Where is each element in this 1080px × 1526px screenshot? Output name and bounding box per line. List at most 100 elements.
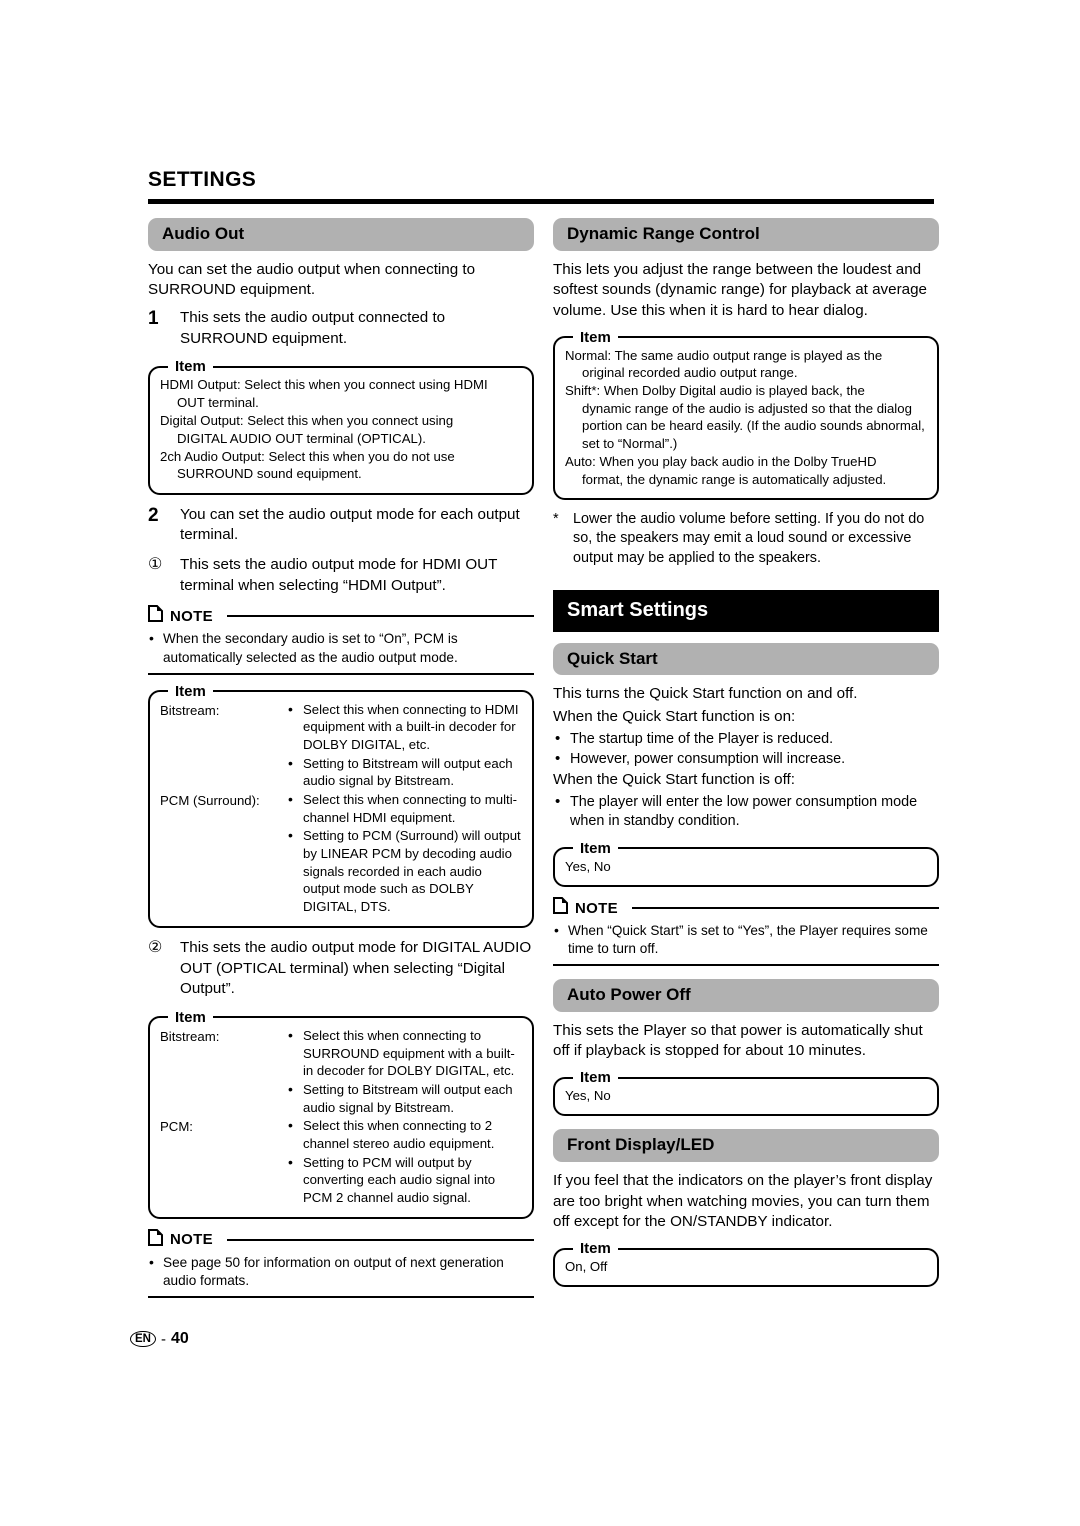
page-footer: EN - 40: [130, 1330, 189, 1348]
item-row: PCM (Surround): Select this when connect…: [160, 790, 522, 917]
dynamic-range-intro: This lets you adjust the range between t…: [553, 260, 927, 319]
quick-start-bullet-on: The startup time of the Player is reduce…: [553, 729, 939, 749]
substep-text: This sets the audio output mode for DIGI…: [180, 938, 532, 998]
item-line: Normal: The same audio output range is p…: [565, 347, 927, 382]
item-bullet: Select this when connecting to multi-cha…: [288, 790, 522, 826]
item-box-audio-out: Item HDMI Output: Select this when you c…: [148, 358, 534, 495]
item-bullet: Setting to Bitstream will output each au…: [288, 754, 522, 790]
note-bottom-rule: [148, 672, 534, 675]
note-page-icon: [553, 897, 568, 919]
note-header: NOTE: [553, 897, 939, 919]
item-line-cont: DIGITAL AUDIO OUT terminal (OPTICAL).: [177, 430, 426, 446]
front-display-intro: If you feel that the indicators on the p…: [553, 1172, 933, 1231]
document-page: SETTINGS Audio Out You can set the audio…: [0, 0, 1080, 1526]
heading-dynamic-range-control: Dynamic Range Control: [553, 218, 939, 251]
item-values: Yes, No: [565, 858, 611, 874]
item-bullet: Setting to Bitstream will output each au…: [288, 1080, 522, 1116]
audio-out-intro: You can set the audio output when connec…: [148, 260, 476, 299]
item-box-legend: Item: [175, 682, 206, 700]
item-box-hdmi-modes: Item Bitstream: Select this when connect…: [148, 682, 534, 928]
quick-start-line-3: When the Quick Start function is off:: [553, 771, 795, 789]
quick-start-line-1: This turns the Quick Start function on a…: [553, 685, 858, 703]
substep-text: This sets the audio output mode for HDMI…: [180, 556, 498, 594]
banner-smart-settings: Smart Settings: [553, 589, 939, 632]
item-bullet: Select this when connecting to HDMI equi…: [288, 700, 522, 754]
item-box-legend: Item: [580, 328, 611, 346]
item-line-cont: OUT terminal.: [177, 394, 259, 410]
item-row-label: PCM:: [160, 1119, 193, 1135]
item-values: On, Off: [565, 1259, 608, 1275]
note-label: NOTE: [575, 899, 618, 917]
item-box-digital-modes: Item Bitstream: Select this when connect…: [148, 1008, 534, 1219]
item-line-cont: dynamic range of the audio is adjusted s…: [582, 400, 925, 451]
title-divider: [148, 199, 934, 204]
note-label: NOTE: [170, 1231, 213, 1249]
note-bullet: See page 50 for information on output of…: [148, 1253, 534, 1290]
item-line-cont: format, the dynamic range is automatical…: [582, 471, 887, 487]
step-text: This sets the audio output connected to …: [180, 308, 446, 347]
item-rows: Bitstream: Select this when connecting t…: [160, 1026, 522, 1208]
left-column: Audio Out You can set the audio output w…: [148, 218, 534, 1306]
item-box-legend: Item: [175, 1008, 206, 1026]
heading-front-display-led: Front Display/LED: [553, 1129, 939, 1163]
item-box-dynamic-range: Item Normal: The same audio output range…: [553, 328, 939, 500]
item-bullet: Select this when connecting to SURROUND …: [288, 1026, 522, 1080]
item-line-main: Digital Output: Select this when you con…: [160, 413, 454, 429]
note-page-icon: [148, 605, 163, 627]
item-box-auto-power-off: Item Yes, No: [553, 1069, 939, 1117]
item-row-bullets: Select this when connecting to SURROUND …: [288, 1026, 522, 1117]
circled-number-2-icon: ②: [148, 938, 163, 956]
step-number: 1: [148, 307, 159, 329]
item-row-bullets: Select this when connecting to HDMI equi…: [288, 700, 522, 791]
item-line: HDMI Output: Select this when you connec…: [160, 376, 522, 411]
quick-start-line-2: When the Quick Start function is on:: [553, 708, 796, 726]
note-block-quick-start: NOTE When “Quick Start” is set to “Yes”,…: [553, 897, 939, 967]
item-row-bullets: Select this when connecting to 2 channel…: [288, 1116, 522, 1207]
auto-power-off-intro: This sets the Player so that power is au…: [553, 1021, 923, 1060]
note-bottom-rule: [553, 964, 939, 967]
page-section-title: SETTINGS: [148, 168, 257, 191]
note-rule: [226, 615, 534, 618]
footnote-text: Lower the audio volume before setting. I…: [573, 510, 925, 566]
item-bullet: Setting to PCM will output by converting…: [288, 1153, 522, 1207]
quick-start-bullet-off: The player will enter the low power cons…: [553, 792, 939, 832]
note-block-next-gen-audio: NOTE See page 50 for information on outp…: [148, 1228, 534, 1298]
item-bullet: Select this when connecting to 2 channel…: [288, 1116, 522, 1152]
item-row-label: Bitstream:: [160, 1028, 220, 1044]
note-rule: [226, 1238, 534, 1241]
audio-out-substep-2: ② This sets the audio output mode for DI…: [148, 938, 534, 1000]
audio-out-step-1: 1 This sets the audio output connected t…: [148, 308, 534, 349]
item-box-front-display: Item On, Off: [553, 1240, 939, 1288]
item-values: Yes, No: [565, 1088, 611, 1104]
quick-start-bullet-on: However, power consumption will increase…: [553, 749, 939, 769]
note-label: NOTE: [170, 607, 213, 625]
note-page-icon: [148, 1228, 163, 1251]
item-row-bullets: Select this when connecting to multi-cha…: [288, 790, 522, 917]
audio-out-substep-1: ① This sets the audio output mode for HD…: [148, 555, 534, 596]
heading-auto-power-off: Auto Power Off: [553, 979, 939, 1012]
item-line-main: Shift*: When Dolby Digital audio is play…: [565, 383, 865, 399]
right-column: Dynamic Range Control This lets you adju…: [553, 218, 939, 1297]
circled-number-1-icon: ①: [148, 556, 163, 574]
note-bottom-rule: [148, 1295, 534, 1298]
item-line-main: Auto: When you play back audio in the Do…: [565, 454, 877, 470]
footnote-asterisk: *: [553, 510, 559, 527]
item-line-main: 2ch Audio Output: Select this when you d…: [160, 448, 455, 464]
heading-quick-start: Quick Start: [553, 642, 939, 676]
item-box-legend: Item: [580, 839, 611, 857]
audio-out-step-2: 2 You can set the audio output mode for …: [148, 505, 534, 546]
note-bullet: When “Quick Start” is set to “Yes”, the …: [553, 921, 939, 958]
dynamic-range-footnote: * Lower the audio volume before setting.…: [553, 510, 939, 568]
note-bullet: When the secondary audio is set to “On”,…: [148, 629, 534, 666]
footer-dash: -: [160, 1330, 166, 1348]
item-line-cont: original recorded audio output range.: [582, 364, 798, 380]
step-text: You can set the audio output mode for ea…: [180, 505, 520, 544]
step-number: 2: [148, 504, 159, 526]
item-box-legend: Item: [580, 1240, 611, 1258]
item-bullet: Setting to PCM (Surround) will output by…: [288, 826, 522, 915]
language-badge: EN: [130, 1330, 156, 1348]
item-row-label: PCM (Surround):: [160, 793, 260, 809]
item-row: Bitstream: Select this when connecting t…: [160, 1026, 522, 1117]
item-line: Digital Output: Select this when you con…: [160, 412, 522, 447]
heading-audio-out: Audio Out: [148, 218, 534, 251]
